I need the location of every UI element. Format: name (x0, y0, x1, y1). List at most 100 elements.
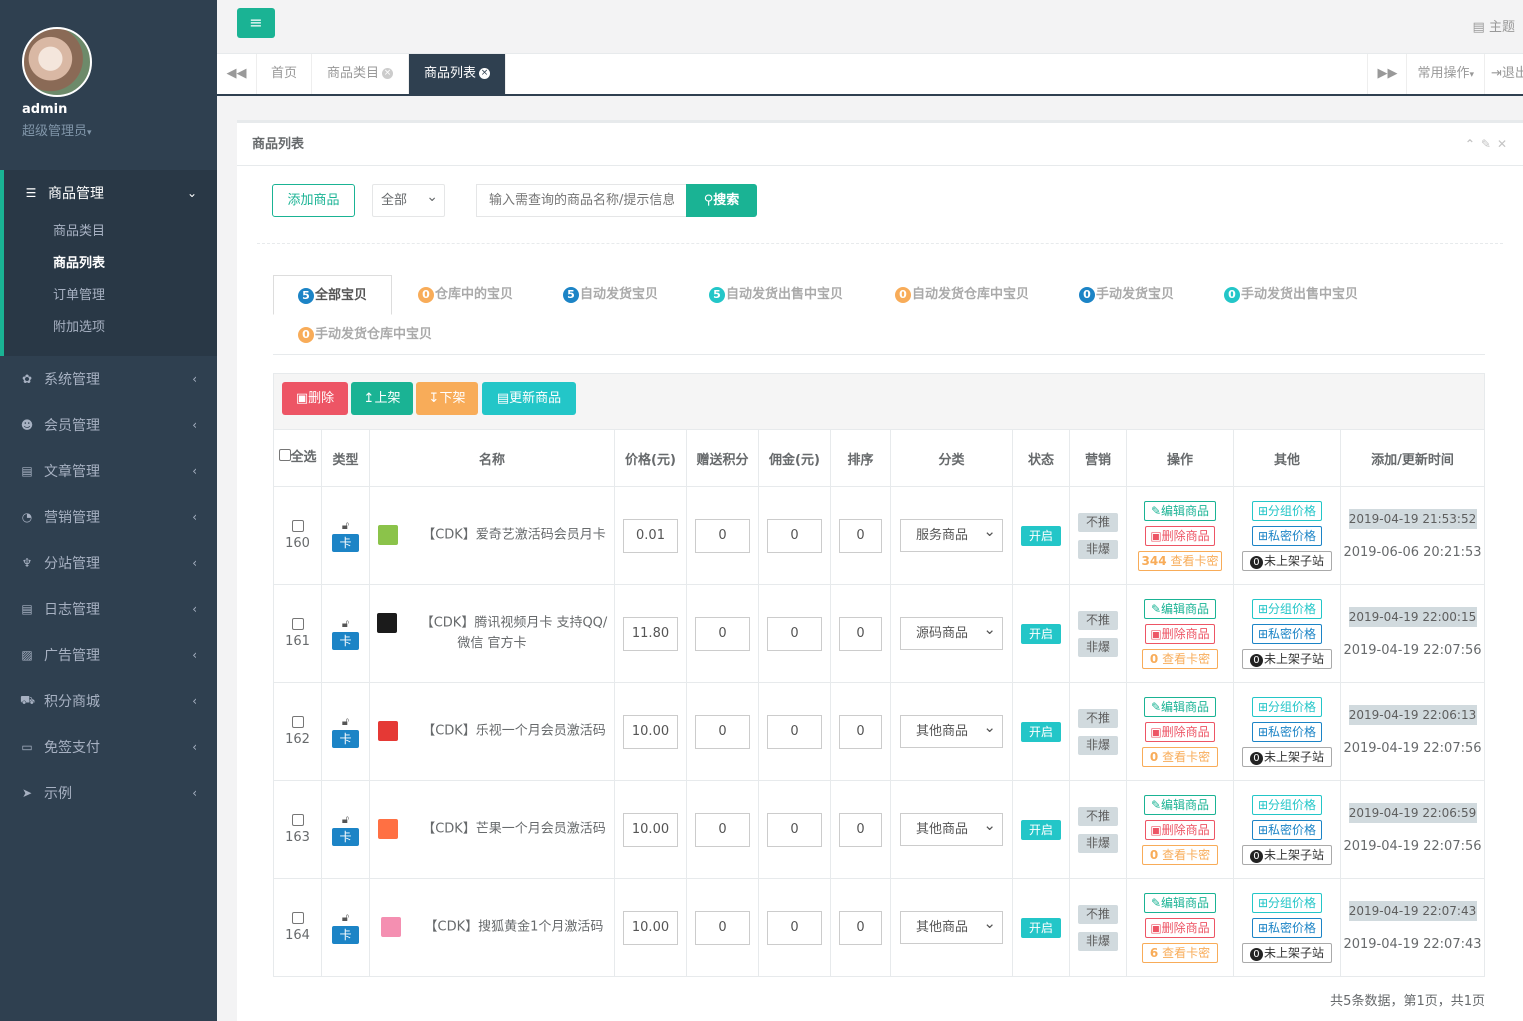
group-price-button[interactable]: ⊞分组价格 (1252, 598, 1322, 619)
row-checkbox[interactable] (291, 520, 304, 532)
group-price-button[interactable]: ⊞分组价格 (1252, 794, 1322, 815)
price-input[interactable]: 10.00 (623, 714, 678, 749)
status-toggle-button[interactable]: 开启 (1021, 917, 1061, 938)
filter-tab-1[interactable]: 0 仓库中的宝贝 (418, 280, 513, 310)
not-recommended-button[interactable]: 不推 (1078, 708, 1118, 728)
price-input[interactable]: 0.01 (623, 518, 678, 553)
filter-tab-7[interactable]: 0 手动发货仓库中宝贝 (298, 320, 432, 350)
add-goods-button[interactable]: 添加商品 (272, 184, 355, 217)
not-recommended-button[interactable]: 不推 (1078, 806, 1118, 826)
delete-goods-button[interactable]: ▣删除商品 (1145, 525, 1215, 546)
not-recommended-button[interactable]: 不推 (1078, 610, 1118, 630)
theme-button[interactable]: ▤ 主题 (1473, 16, 1515, 35)
sidebar-item-goods-list[interactable]: 商品列表 (4, 248, 217, 280)
col-select-all[interactable]: 全选 (273, 429, 322, 487)
commission-input[interactable]: 0 (767, 910, 822, 945)
nav-item-goods[interactable]: ☰ 商品管理 ⌄ (4, 170, 217, 216)
sort-input[interactable]: 0 (839, 714, 882, 749)
product-name-link[interactable]: 【CDK】腾讯视频月卡 支持QQ/微信 官方卡 (421, 616, 608, 651)
not-recommended-button[interactable]: 不推 (1078, 512, 1118, 532)
tab-goods-list[interactable]: 商品列表 × (409, 54, 507, 94)
sidebar-item-category[interactable]: 商品类目 (4, 216, 217, 248)
edit-goods-button[interactable]: ✎编辑商品 (1144, 892, 1216, 913)
private-price-button[interactable]: ⊞私密价格 (1252, 525, 1322, 546)
common-ops-dropdown[interactable]: 常用操作▾ (1407, 54, 1485, 94)
view-keys-button[interactable]: 6 查看卡密 (1142, 942, 1218, 963)
sort-input[interactable]: 0 (839, 616, 882, 651)
not-hot-button[interactable]: 非爆 (1078, 539, 1118, 559)
sidebar-item-group-4[interactable]: ◔ 营销管理 ‹ (0, 494, 217, 540)
sort-input[interactable]: 0 (839, 518, 882, 553)
filter-tab-2[interactable]: 5 自动发货宝贝 (563, 280, 658, 310)
sidebar-item-group-10[interactable]: ➤ 示例 ‹ (0, 770, 217, 816)
delete-goods-button[interactable]: ▣删除商品 (1145, 721, 1215, 742)
category-select[interactable]: 源码商品 (900, 614, 1003, 650)
wrench-icon[interactable]: ✎ (1481, 137, 1497, 151)
commission-input[interactable]: 0 (767, 616, 822, 651)
points-input[interactable]: 0 (695, 812, 750, 847)
row-checkbox[interactable] (291, 716, 304, 728)
not-hot-button[interactable]: 非爆 (1078, 735, 1118, 755)
sidebar-item-group-9[interactable]: ▭ 免签支付 ‹ (0, 724, 217, 770)
product-name-link[interactable]: 【CDK】搜狐黄金1个月激活码 (425, 920, 604, 935)
status-toggle-button[interactable]: 开启 (1021, 623, 1061, 644)
private-price-button[interactable]: ⊞私密价格 (1252, 917, 1322, 938)
search-button[interactable]: ⚲搜索 (686, 184, 757, 217)
filter-tab-6[interactable]: 0 手动发货出售中宝贝 (1224, 280, 1358, 310)
tabs-scroll-right-button[interactable]: ▶▶ (1367, 54, 1408, 94)
delete-goods-button[interactable]: ▣删除商品 (1145, 623, 1215, 644)
not-hot-button[interactable]: 非爆 (1078, 637, 1118, 657)
delete-goods-button[interactable]: ▣删除商品 (1145, 917, 1215, 938)
search-input[interactable] (476, 184, 687, 217)
price-input[interactable]: 10.00 (623, 910, 678, 945)
sidebar-item-orders[interactable]: 订单管理 (4, 280, 217, 312)
bulk-unlist-button[interactable]: ↧下架 (416, 382, 478, 415)
product-name-link[interactable]: 【CDK】爱奇艺激活码会员月卡 (422, 528, 606, 543)
collapse-icon[interactable]: ⌃ (1465, 137, 1481, 151)
status-toggle-button[interactable]: 开启 (1021, 819, 1061, 840)
edit-goods-button[interactable]: ✎编辑商品 (1144, 598, 1216, 619)
not-hot-button[interactable]: 非爆 (1078, 833, 1118, 853)
points-input[interactable]: 0 (695, 616, 750, 651)
sort-input[interactable]: 0 (839, 812, 882, 847)
bulk-delete-button[interactable]: ▣删除 (282, 382, 348, 415)
menu-toggle-button[interactable]: ≡ (237, 8, 275, 38)
edit-goods-button[interactable]: ✎编辑商品 (1144, 500, 1216, 521)
product-name-link[interactable]: 【CDK】乐视一个月会员激活码 (422, 724, 606, 739)
logout-button[interactable]: ⇥退出 (1485, 54, 1523, 94)
commission-input[interactable]: 0 (767, 812, 822, 847)
close-icon[interactable]: × (479, 68, 491, 79)
status-toggle-button[interactable]: 开启 (1021, 525, 1061, 546)
not-hot-button[interactable]: 非爆 (1078, 931, 1118, 951)
sidebar-item-group-6[interactable]: ▤ 日志管理 ‹ (0, 586, 217, 632)
not-listed-substation-button[interactable]: 0 未上架子站 (1242, 942, 1332, 963)
not-listed-substation-button[interactable]: 0 未上架子站 (1242, 844, 1332, 865)
select-all-checkbox[interactable] (278, 449, 291, 461)
filter-tab-3[interactable]: 5 自动发货出售中宝贝 (709, 280, 843, 310)
category-select[interactable]: 其他商品 (900, 810, 1003, 846)
not-recommended-button[interactable]: 不推 (1078, 904, 1118, 924)
sidebar-item-group-3[interactable]: ▤ 文章管理 ‹ (0, 448, 217, 494)
sidebar-item-group-7[interactable]: ▨ 广告管理 ‹ (0, 632, 217, 678)
filter-tab-0[interactable]: 5 全部宝贝 (273, 275, 393, 315)
close-icon[interactable]: × (382, 68, 394, 79)
category-select[interactable]: 其他商品 (900, 712, 1003, 748)
price-input[interactable]: 11.80 (623, 616, 678, 651)
update-goods-button[interactable]: ▤更新商品 (482, 382, 576, 415)
private-price-button[interactable]: ⊞私密价格 (1252, 721, 1322, 742)
category-select[interactable]: 其他商品 (900, 908, 1003, 944)
user-role-dropdown[interactable]: 超级管理员▾ (22, 120, 92, 139)
product-name-link[interactable]: 【CDK】芒果一个月会员激活码 (422, 822, 606, 837)
filter-tab-5[interactable]: 0 手动发货宝贝 (1079, 280, 1174, 310)
view-keys-button[interactable]: 344 查看卡密 (1138, 550, 1222, 571)
row-checkbox[interactable] (291, 618, 304, 630)
avatar[interactable] (22, 27, 92, 97)
sidebar-item-group-2[interactable]: ☻ 会员管理 ‹ (0, 402, 217, 448)
tabs-scroll-left-button[interactable]: ◀◀ (217, 54, 257, 94)
view-keys-button[interactable]: 0 查看卡密 (1142, 648, 1218, 669)
points-input[interactable]: 0 (695, 518, 750, 553)
commission-input[interactable]: 0 (767, 714, 822, 749)
private-price-button[interactable]: ⊞私密价格 (1252, 623, 1322, 644)
not-listed-substation-button[interactable]: 0 未上架子站 (1242, 550, 1332, 571)
sidebar-item-group-8[interactable]: ⛟ 积分商城 ‹ (0, 678, 217, 724)
